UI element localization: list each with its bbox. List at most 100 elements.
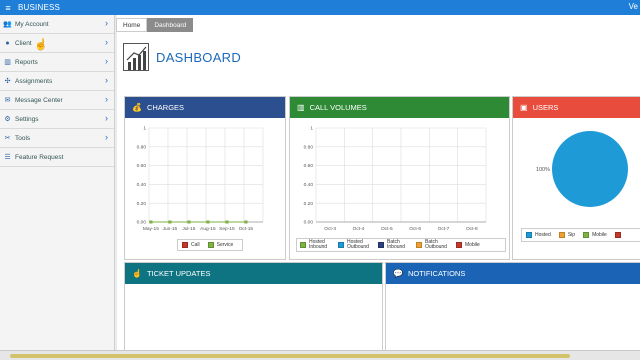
legend-swatch xyxy=(182,242,188,248)
legend-label: Service xyxy=(216,242,234,248)
legend-swatch xyxy=(583,232,590,238)
sidebar-item-label: Feature Request xyxy=(15,153,64,161)
sidebar-item-tools[interactable]: ✂ Tools › xyxy=(0,129,114,148)
sidebar-item-label: Assignments xyxy=(15,77,53,85)
users-icon: 👥 xyxy=(3,21,12,28)
legend-item-batch-inbound: Batch Inbound xyxy=(378,240,411,250)
dashboard-chart-icon xyxy=(123,43,149,71)
sidebar-item-feature-request[interactable]: ☰ Feature Request xyxy=(0,148,114,167)
notifications-title: NOTIFICATIONS xyxy=(407,269,466,278)
legend-swatch xyxy=(614,232,621,238)
charges-legend: Call Service xyxy=(177,239,243,251)
sidebar-item-label: Tools xyxy=(15,134,31,142)
hand-pointer-icon: ☝ xyxy=(132,269,142,278)
legend-item-mobile: Mobile xyxy=(456,242,480,248)
bar-chart-icon: ▥ xyxy=(4,59,11,66)
legend-label: Mobile xyxy=(465,242,480,248)
call-volumes-legend: Hosted Inbound Hosted Outbound Batch Inb… xyxy=(296,238,506,252)
users-panel-header: ▣ USERS xyxy=(513,97,640,118)
chevron-right-icon: › xyxy=(105,132,108,142)
message-icon: ✉ xyxy=(4,97,11,104)
x-tick-label: Oct-8 xyxy=(466,226,478,232)
list-icon: ☰ xyxy=(4,154,11,161)
horizontal-scrollbar[interactable] xyxy=(0,350,640,360)
x-tick-label: Aug-15 xyxy=(200,226,216,232)
notifications-panel: 💬 NOTIFICATIONS xyxy=(385,262,640,352)
hamburger-icon[interactable]: ≡ xyxy=(0,3,16,13)
brand-title: BUSINESS xyxy=(18,3,61,12)
y-tick-label: 0.80 xyxy=(137,144,147,150)
sidebar-item-settings[interactable]: ⚙ Settings › xyxy=(0,110,114,129)
call-volumes-panel: ▥ CALL VOLUMES 1 0.80 0.60 0.40 0.20 0.00 Oct-… xyxy=(289,96,510,260)
legend-swatch xyxy=(207,242,214,248)
sidebar-item-label: My Account xyxy=(15,20,49,28)
page-title: DASHBOARD xyxy=(156,49,242,65)
sidebar-item-reports[interactable]: ▥ Reports › xyxy=(0,53,114,72)
breadcrumb: Home Dashboard xyxy=(116,18,194,32)
user-name[interactable]: Ve xyxy=(629,2,638,11)
ticket-updates-title: TICKET UPDATES xyxy=(146,269,211,278)
data-point xyxy=(244,220,248,224)
legend-swatch xyxy=(300,242,306,248)
call-volumes-title: CALL VOLUMES xyxy=(309,103,367,112)
sidebar-item-assignments[interactable]: ✣ Assignments › xyxy=(0,72,114,91)
y-tick-label: 1 xyxy=(310,126,313,132)
legend-label: Mobile xyxy=(592,232,607,238)
y-tick-label: 0.40 xyxy=(137,182,147,188)
page-header: DASHBOARD xyxy=(123,43,241,71)
y-tick-label: 0.00 xyxy=(304,220,314,226)
scrollbar-thumb[interactable] xyxy=(10,354,570,358)
pie-slice xyxy=(552,131,628,207)
sidebar-item-label: Client xyxy=(15,39,32,47)
y-tick-label: 0.80 xyxy=(304,144,314,150)
y-tick-label: 0.20 xyxy=(137,201,147,207)
legend-label: Batch Inbound xyxy=(387,239,406,250)
breadcrumb-home[interactable]: Home xyxy=(116,18,148,32)
user-badge-icon: ▣ xyxy=(520,103,528,112)
chevron-right-icon: › xyxy=(105,113,108,123)
data-point xyxy=(149,220,153,224)
legend-swatch xyxy=(456,242,462,248)
chevron-right-icon: › xyxy=(105,18,108,28)
legend-item-mobile: Mobile xyxy=(583,232,607,238)
chevron-right-icon: › xyxy=(105,37,108,47)
pie-data-label: 100% xyxy=(536,167,550,173)
legend-label: Hosted Outbound xyxy=(347,239,369,250)
sidebar-item-label: Reports xyxy=(15,58,38,66)
sidebar-item-client[interactable]: ● Client › xyxy=(0,34,114,53)
ticket-updates-panel: ☝ TICKET UPDATES xyxy=(124,262,383,352)
chevron-right-icon: › xyxy=(105,75,108,85)
y-tick-label: 1 xyxy=(143,126,146,132)
x-tick-label: Sep-15 xyxy=(219,226,235,232)
breadcrumb-current: Dashboard xyxy=(147,18,194,32)
legend-swatch xyxy=(416,242,422,248)
chevron-right-icon: › xyxy=(105,94,108,104)
legend-swatch xyxy=(338,242,344,248)
charges-panel: 💰 CHARGES 1 0.80 0.60 0.40 0.20 0.00 May-15 Jun… xyxy=(124,96,286,260)
y-tick-label: 0.60 xyxy=(137,163,147,169)
sidebar-item-label: Settings xyxy=(15,115,39,123)
y-tick-label: 0.60 xyxy=(304,163,314,169)
call-volumes-chart: 1 0.80 0.60 0.40 0.20 0.00 Oct-3 Oct-4 Oct-5 Oct-… xyxy=(304,126,487,232)
legend-item-hosted-outbound: Hosted Outbound xyxy=(338,240,373,250)
data-point xyxy=(206,220,210,224)
assignments-icon: ✣ xyxy=(4,78,11,85)
sidebar-item-my-account[interactable]: 👥 My Account › xyxy=(0,15,114,34)
data-point xyxy=(225,220,229,224)
bar-chart-icon: ▥ xyxy=(297,103,305,112)
legend-item-hosted-inbound: Hosted Inbound xyxy=(300,240,333,250)
notifications-panel-header: 💬 NOTIFICATIONS xyxy=(386,263,640,284)
x-tick-label: May-15 xyxy=(143,226,159,232)
sidebar-item-message-center[interactable]: ✉ Message Center › xyxy=(0,91,114,110)
x-tick-label: Jul-15 xyxy=(182,226,195,232)
ticket-updates-panel-header: ☝ TICKET UPDATES xyxy=(125,263,382,284)
legend-item-batch-outbound: Batch Outbound xyxy=(416,240,451,250)
legend-swatch xyxy=(526,232,532,238)
person-icon: ● xyxy=(5,39,10,47)
legend-label: Hosted Inbound xyxy=(309,239,328,250)
users-title: USERS xyxy=(532,103,559,112)
money-bag-icon: 💰 xyxy=(132,103,142,112)
legend-item-call: Call xyxy=(182,242,200,248)
y-tick-label: 0.40 xyxy=(304,182,314,188)
legend-swatch xyxy=(378,242,384,248)
